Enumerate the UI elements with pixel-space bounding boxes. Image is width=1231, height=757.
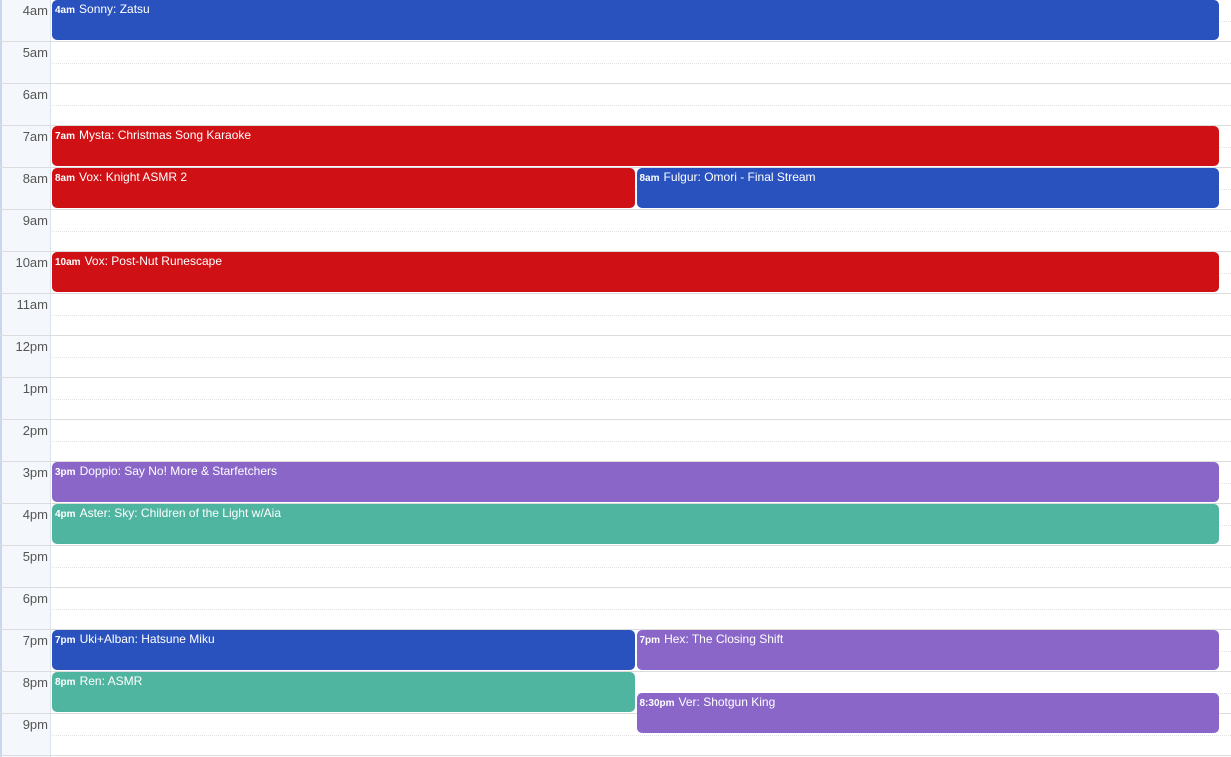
hour-label: 9pm <box>22 717 48 732</box>
hour-label: 7am <box>22 129 48 144</box>
event-title: Sonny: Zatsu <box>79 2 150 16</box>
half-hour-divider <box>52 357 1231 358</box>
half-hour-divider <box>52 63 1231 64</box>
hour-label: 8pm <box>22 675 48 690</box>
calendar-event[interactable]: 8am Fulgur: Omori - Final Stream <box>636 168 1219 208</box>
event-time: 10am <box>55 257 81 268</box>
calendar-event[interactable]: 8:30pm Ver: Shotgun King <box>636 693 1219 733</box>
calendar-event[interactable]: 4am Sonny: Zatsu <box>52 0 1219 40</box>
half-hour-divider <box>52 105 1231 106</box>
hour-label: 12pm <box>15 339 48 354</box>
event-title: Vox: Post-Nut Runescape <box>84 254 222 268</box>
hour-row[interactable]: 6am <box>0 84 1231 126</box>
hour-label: 4pm <box>22 507 48 522</box>
event-time: 8:30pm <box>639 698 675 709</box>
hour-row[interactable]: 9am <box>0 210 1231 252</box>
hour-label: 6pm <box>22 591 48 606</box>
event-time: 4am <box>55 5 76 16</box>
half-hour-divider <box>52 315 1231 316</box>
hour-label: 9am <box>22 213 48 228</box>
half-hour-divider <box>52 567 1231 568</box>
event-title: Ren: ASMR <box>79 674 143 688</box>
calendar-event[interactable]: 7pm Hex: The Closing Shift <box>636 630 1219 670</box>
event-time: 8pm <box>55 677 76 688</box>
calendar-event[interactable]: 10am Vox: Post-Nut Runescape <box>52 252 1219 292</box>
hour-label: 4am <box>22 3 48 18</box>
hour-row[interactable]: 6pm <box>0 588 1231 630</box>
event-title: Vox: Knight ASMR 2 <box>79 170 188 184</box>
hour-label: 2pm <box>22 423 48 438</box>
hour-label: 8am <box>22 171 48 186</box>
hour-row[interactable]: 1pm <box>0 378 1231 420</box>
event-time: 7am <box>55 131 76 142</box>
event-title: Hex: The Closing Shift <box>664 632 784 646</box>
hour-row[interactable]: 2pm <box>0 420 1231 462</box>
event-title: Ver: Shotgun King <box>678 695 776 709</box>
event-title: Fulgur: Omori - Final Stream <box>663 170 816 184</box>
calendar-event[interactable]: 8am Vox: Knight ASMR 2 <box>52 168 635 208</box>
event-time: 3pm <box>55 467 76 478</box>
hour-label: 5pm <box>22 549 48 564</box>
calendar-event[interactable]: 4pm Aster: Sky: Children of the Light w/A… <box>52 504 1219 544</box>
hour-label: 7pm <box>22 633 48 648</box>
event-time: 8am <box>639 173 660 184</box>
calendar-event[interactable]: 3pm Doppio: Say No! More & Starfetchers <box>52 462 1219 502</box>
half-hour-divider <box>52 441 1231 442</box>
hour-label: 11am <box>16 297 48 312</box>
event-time: 8am <box>55 173 76 184</box>
hour-label: 3pm <box>22 465 48 480</box>
hour-label: 10am <box>15 255 48 270</box>
event-title: Uki+Alban: Hatsune Miku <box>79 632 215 646</box>
event-time: 7pm <box>639 635 661 646</box>
hour-label: 5am <box>22 45 48 60</box>
calendar-event[interactable]: 8pm Ren: ASMR <box>52 672 635 712</box>
half-hour-divider <box>52 735 1231 736</box>
hour-row[interactable]: 12pm <box>0 336 1231 378</box>
event-time: 4pm <box>55 509 76 520</box>
hour-row[interactable]: 5pm <box>0 546 1231 588</box>
hour-label: 6am <box>22 87 48 102</box>
half-hour-divider <box>52 231 1231 232</box>
event-title: Doppio: Say No! More & Starfetchers <box>79 464 277 478</box>
event-title: Mysta: Christmas Song Karaoke <box>79 128 252 142</box>
hour-row[interactable]: 5am <box>0 42 1231 84</box>
hour-label: 1pm <box>22 381 48 396</box>
calendar-event[interactable]: 7pm Uki+Alban: Hatsune Miku <box>52 630 635 670</box>
event-time: 7pm <box>55 635 76 646</box>
event-title: Aster: Sky: Children of the Light w/Aia <box>79 506 281 520</box>
calendar-event[interactable]: 7am Mysta: Christmas Song Karaoke <box>52 126 1219 166</box>
half-hour-divider <box>52 609 1231 610</box>
half-hour-divider <box>52 399 1231 400</box>
hour-row[interactable]: 11am <box>0 294 1231 336</box>
